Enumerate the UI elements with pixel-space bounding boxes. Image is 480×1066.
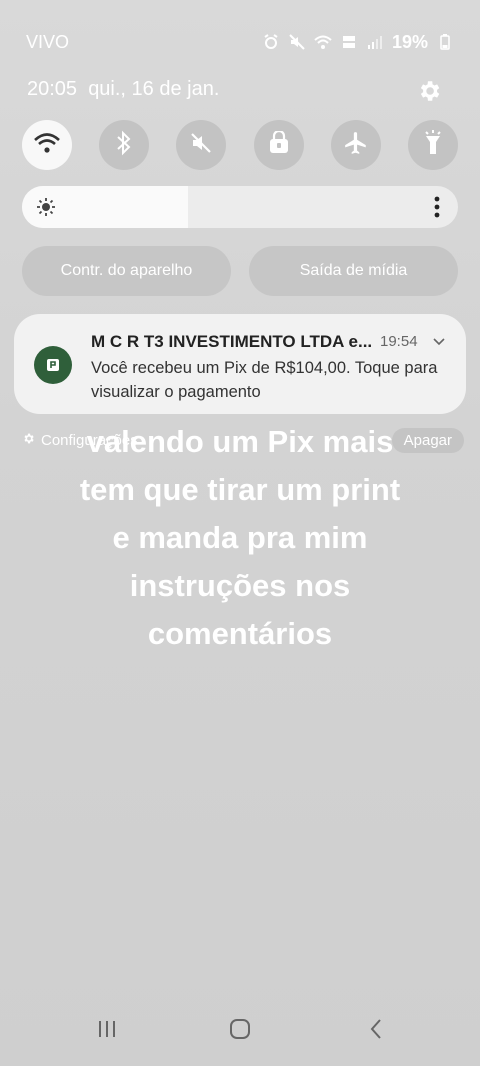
battery-percentage: 19% [391,31,428,52]
date-time: 20:05 qui., 16 de jan. [27,78,219,101]
mute-status-icon [288,33,306,51]
status-bar: VIVO 19% [26,28,454,56]
wifi-icon [33,131,61,160]
sound-toggle[interactable] [176,120,227,170]
signal-icon [366,33,384,51]
brightness-slider[interactable] [22,186,458,228]
settings-gear-icon[interactable] [416,78,442,104]
bluetooth-icon [114,130,134,161]
wifi-toggle[interactable] [22,120,72,170]
more-options-icon[interactable] [434,196,440,218]
device-control-button[interactable]: Contr. do aparelho [22,246,231,296]
chevron-down-icon[interactable] [432,334,446,348]
status-icons: 19% [262,32,454,53]
pix-app-icon [34,346,72,384]
caption-line: instruções nos [129,568,351,603]
wifi-status-icon [314,33,332,51]
navigation-bar [0,1014,480,1048]
rotation-lock-icon [268,129,290,160]
battery-icon [436,33,454,51]
caption-line: tem que tirar um print [79,472,401,507]
caption-line: comentários [147,616,333,651]
bluetooth-toggle[interactable] [99,120,150,170]
airplane-icon [343,130,369,161]
sun-icon [36,197,56,217]
clock: 20:05 [27,78,78,100]
home-button[interactable] [223,1014,257,1048]
airplane-toggle[interactable] [330,120,381,170]
back-icon [366,1018,388,1045]
rotation-toggle[interactable] [253,120,304,170]
carrier-label: VIVO [26,31,70,52]
alarm-icon [262,33,280,51]
panel-buttons: Contr. do aparelho Saída de mídia [22,246,458,296]
back-button[interactable] [360,1014,394,1048]
volte-icon [340,33,358,51]
quick-settings [22,120,458,170]
mute-icon [189,131,213,160]
caption-line: e manda pra mim [112,520,368,555]
home-icon [229,1018,251,1045]
flashlight-icon [423,129,443,161]
notification-title: M C R T3 INVESTIMENTO LTDA e... [91,332,373,351]
date: qui., 16 de jan. [88,78,220,100]
notification-body: Você recebeu um Pix de R$104,00. Toque p… [91,359,438,401]
caption-line: valendo um Pix mais [86,424,394,459]
recents-icon [96,1018,118,1045]
media-output-button[interactable]: Saída de mídia [249,246,458,296]
notification-time: 19:54 [380,333,418,350]
recent-apps-button[interactable] [90,1014,124,1048]
overlay-caption: valendo um Pix mais tem que tirar um pri… [0,418,480,658]
notification-card[interactable]: M C R T3 INVESTIMENTO LTDA e... 19:54 Vo… [14,314,466,414]
flashlight-toggle[interactable] [407,120,458,170]
